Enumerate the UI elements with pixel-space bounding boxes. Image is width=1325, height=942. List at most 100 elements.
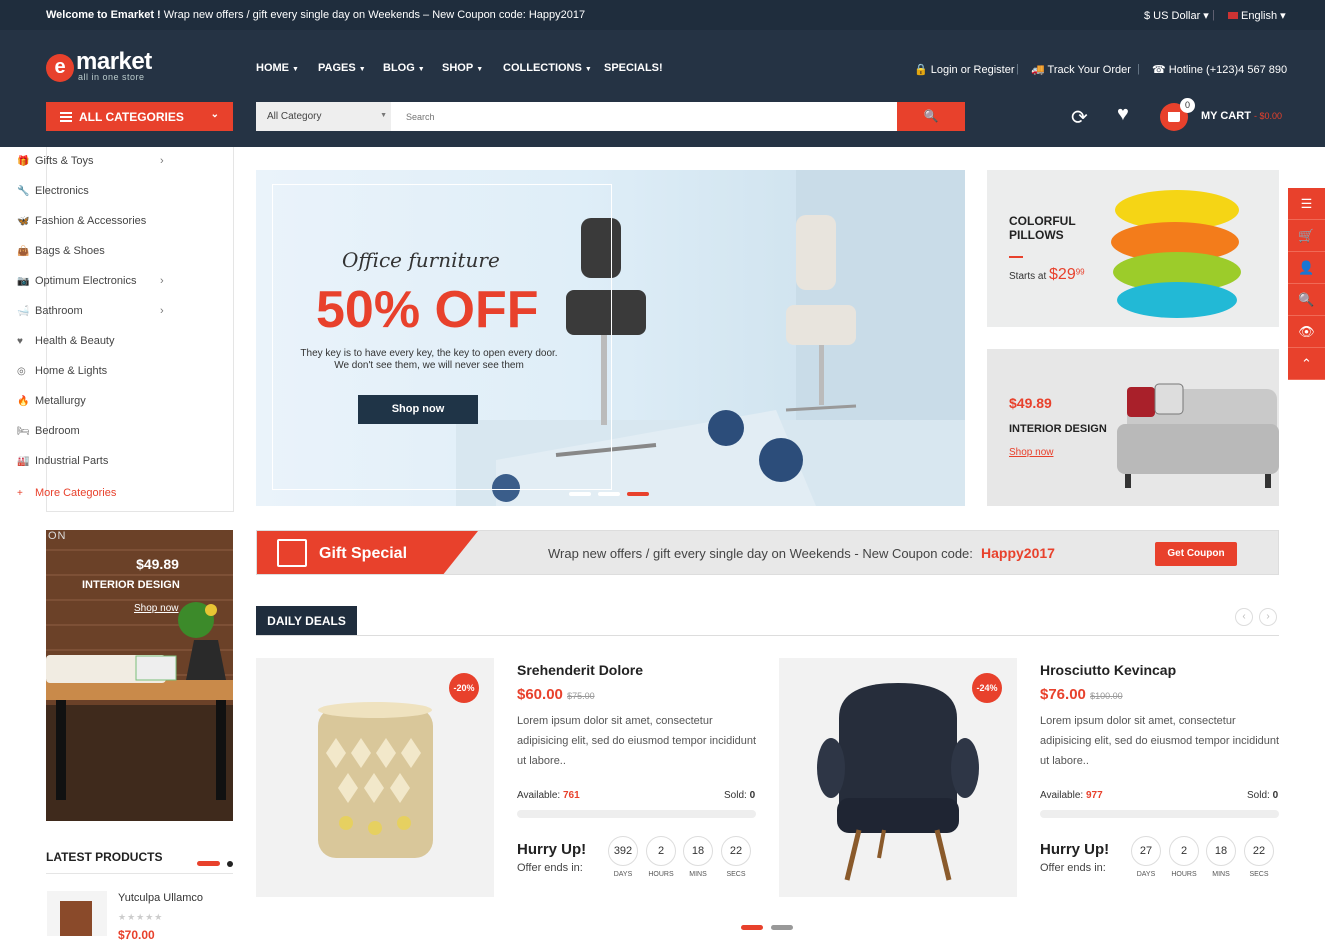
language-selector[interactable]: English ▾ <box>1228 9 1286 22</box>
latest-products-heading: LATEST PRODUCTS <box>46 850 163 864</box>
product-name[interactable]: Srehenderit Dolore <box>517 662 643 678</box>
slide-dot-active[interactable] <box>627 492 649 496</box>
eye-icon[interactable]: 👁 <box>1288 316 1325 348</box>
search-button[interactable]: 🔍 <box>897 102 965 131</box>
daily-deals-tab[interactable]: DAILY DEALS <box>256 606 357 636</box>
gift-box-icon <box>277 539 307 567</box>
sofa-price: $49.89 <box>1009 395 1052 411</box>
menu-icon[interactable]: ☰ <box>1288 188 1325 220</box>
category-item[interactable]: 🎁 Gifts & Toys <box>17 155 93 167</box>
search-category-select[interactable]: All Category ▼ <box>256 102 391 131</box>
category-item[interactable]: 📷 Optimum Electronics <box>17 275 136 287</box>
caret-icon: ▼ <box>584 66 592 73</box>
slide-dot[interactable] <box>227 860 233 867</box>
menu-icon <box>60 112 72 114</box>
slide-dot-active[interactable] <box>741 925 763 930</box>
track-order-link[interactable]: 🚚 Track Your Order <box>1031 63 1131 76</box>
sofa-shop-now-link[interactable]: Shop now <box>1009 447 1053 458</box>
old-price: $100.00 <box>1090 691 1123 701</box>
pillows-title: COLORFUL PILLOWS <box>1009 214 1076 242</box>
category-label: Bathroom <box>35 305 83 317</box>
chevron-left-icon[interactable]: ‹ <box>1235 608 1253 626</box>
search-input[interactable] <box>396 102 896 131</box>
category-label: Bags & Shoes <box>35 245 105 257</box>
hotline: ☎ Hotline (+123)4 567 890 <box>1152 64 1288 76</box>
caret-icon: ▼ <box>358 66 366 73</box>
category-item[interactable]: 🔥 Metallurgy <box>17 395 86 407</box>
hero-text: They key is to have every key, the key t… <box>300 348 558 371</box>
sold-count: Sold: 0 <box>1247 790 1279 801</box>
category-item[interactable]: 🛁 Bathroom <box>17 305 83 317</box>
pillows-banner[interactable]: COLORFUL PILLOWS Starts at $2999 <box>987 170 1279 327</box>
nav-blog[interactable]: BLOG ▼ <box>383 62 425 74</box>
countdown-days: 27 DAYS <box>1131 836 1161 878</box>
pillows-price: Starts at $2999 <box>1009 266 1085 283</box>
countdown-mins: 18 MINS <box>683 836 713 878</box>
cart-label: MY CART - $0.00 <box>1201 110 1283 122</box>
offer-ends-label: Offer ends in: <box>517 862 583 874</box>
all-categories-button[interactable]: ALL CATEGORIES ⌄ <box>46 102 233 131</box>
sofa-illustration <box>1117 383 1279 488</box>
latest-product-name[interactable]: Yutculpa Ullamco <box>118 892 203 904</box>
divider <box>256 635 1279 636</box>
discount-badge: -20% <box>449 673 479 703</box>
category-icon: ♥ <box>17 336 23 347</box>
latest-product-price: $70.00 <box>118 928 155 942</box>
category-label: Optimum Electronics <box>35 275 137 287</box>
countdown-secs: 22 SECS <box>1244 836 1274 878</box>
nav-specials[interactable]: SPECIALS! <box>604 62 663 74</box>
nav-home[interactable]: HOME ▼ <box>256 62 299 74</box>
scroll-top-icon[interactable]: ⌃ <box>1288 348 1325 380</box>
category-item[interactable]: ◎ Home & Lights <box>17 365 107 377</box>
slide-dot[interactable] <box>771 925 793 930</box>
chevron-right-icon: › <box>160 305 164 317</box>
nav-pages[interactable]: PAGES ▼ <box>318 62 366 74</box>
latest-pagination <box>197 855 233 873</box>
cart-icon[interactable]: 🛒 <box>1288 220 1325 252</box>
countdown-hours: 2 HOURS <box>1169 836 1199 878</box>
category-item[interactable]: 🛏 Bedroom <box>17 425 80 437</box>
hero-pagination <box>569 483 656 501</box>
product-description: Lorem ipsum dolor sit amet, consectetur … <box>1040 715 1280 767</box>
sold-progress-bar <box>517 810 756 818</box>
product-price: $76.00 $100.00 <box>1040 686 1123 703</box>
category-item[interactable]: 🏭 Industrial Parts <box>17 455 108 467</box>
compare-icon[interactable]: ⟳ <box>1071 105 1088 130</box>
get-coupon-button[interactable]: Get Coupon <box>1155 542 1237 566</box>
product-name[interactable]: Hrosciutto Kevincap <box>1040 662 1176 678</box>
hurry-label: Hurry Up! <box>1040 841 1110 858</box>
more-categories-link[interactable]: + More Categories <box>17 487 116 499</box>
category-icon: 🦋 <box>17 216 30 227</box>
sofa-banner[interactable]: $49.89 INTERIOR DESIGN Shop now <box>987 349 1279 506</box>
category-item[interactable]: 🔧 Electronics <box>17 185 89 197</box>
currency-selector[interactable]: $ US Dollar ▾ <box>1144 9 1209 22</box>
slide-dot-active[interactable] <box>197 861 220 867</box>
logo-mark: e <box>46 54 74 82</box>
chevron-right-icon[interactable]: › <box>1259 608 1277 626</box>
category-item[interactable]: 👜 Bags & Shoes <box>17 245 105 257</box>
slide-dot[interactable] <box>598 492 620 496</box>
nav-shop[interactable]: SHOP ▼ <box>442 62 483 74</box>
search-icon[interactable]: 🔍 <box>1288 284 1325 316</box>
wishlist-heart-icon[interactable]: ♥ <box>1117 103 1129 126</box>
gift-special-bar: Gift Special Wrap new offers / gift ever… <box>256 530 1279 575</box>
logo[interactable]: e market all in one store <box>46 48 166 86</box>
user-icon[interactable]: 👤 <box>1288 252 1325 284</box>
search-icon: 🔍 <box>923 109 939 123</box>
slide-dot[interactable] <box>569 492 591 496</box>
banner-shop-now-link[interactable]: Shop now <box>134 603 178 614</box>
hero-subtitle: Office furniture <box>342 248 500 272</box>
login-register-link[interactable]: 🔒 Login or Register <box>914 63 1015 76</box>
banner-title: INTERIOR DESIGN <box>82 579 180 591</box>
hero-shop-now-button[interactable]: Shop now <box>358 395 478 424</box>
category-icon: 🛏 <box>17 426 30 437</box>
nav-collections[interactable]: COLLECTIONS ▼ <box>503 62 592 74</box>
category-label: Metallurgy <box>35 395 86 407</box>
hero-slider[interactable]: Office furniture 50% OFF They key is to … <box>256 170 965 506</box>
available-count: Available: 977 <box>1040 790 1103 801</box>
sofa-title: INTERIOR DESIGN <box>1009 423 1107 435</box>
category-item[interactable]: 🦋 Fashion & Accessories <box>17 215 146 227</box>
category-item[interactable]: ♥ Health & Beauty <box>17 335 115 347</box>
latest-product-image[interactable] <box>47 891 107 936</box>
interior-design-banner[interactable]: ON $49.89 INTERIOR DESIGN Shop now <box>46 530 233 821</box>
